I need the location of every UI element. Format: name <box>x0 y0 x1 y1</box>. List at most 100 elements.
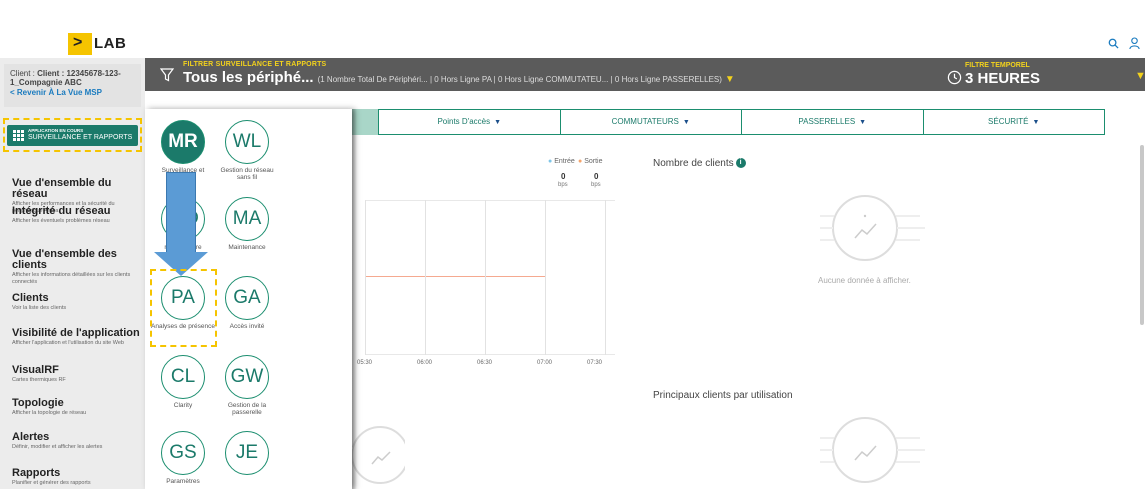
legend-in-label: Entrée <box>554 158 575 165</box>
x-tick: 07:00 <box>537 360 553 366</box>
app-icon-ma: MA <box>225 197 269 241</box>
tab-gateways[interactable]: PASSERELLES ▼ <box>742 110 924 134</box>
filter-caption: FILTRER SURVEILLANCE ET RAPPORTS <box>183 61 327 68</box>
no-data-chart-icon <box>820 417 925 483</box>
nav-title: Topologie <box>12 397 64 409</box>
info-icon[interactable]: i <box>735 158 746 168</box>
app-label: Gestion du réseau sans fil <box>220 167 274 181</box>
nav-title: Visibilité de l'application <box>12 327 140 339</box>
grid-line <box>365 354 615 355</box>
scrollbar[interactable] <box>1140 145 1144 325</box>
app-icon-je: JE <box>225 431 269 475</box>
nav-desc: Afficher les informations détaillées sur… <box>12 272 131 285</box>
nav-item-visualrf[interactable]: VisualRF Cartes thermiques RF <box>12 365 142 384</box>
current-app-caption: APPLICATION EN COURS <box>28 128 84 133</box>
tab-label: COMMUTATEURS <box>611 117 679 126</box>
legend-in: ● Entrée <box>548 158 575 165</box>
panel-shadow <box>352 109 357 489</box>
clients-count-title-text: Nombre de clients <box>653 158 734 169</box>
legend-out-label: Sortie <box>584 158 603 165</box>
nav-title: Rapports <box>12 467 61 479</box>
search-icon[interactable] <box>1108 37 1119 52</box>
filter-icon: ▼ <box>682 119 690 126</box>
logo-icon: > <box>68 33 92 55</box>
nav-item-network-health[interactable]: Intégrité du réseau Afficher les éventuel… <box>12 206 142 225</box>
filter-detail: (1 Nombre Total De Périphéri... | 0 Hors… <box>317 75 722 84</box>
nav-desc: Afficher l'application et l'utilisation … <box>12 340 124 346</box>
filter-icon[interactable] <box>160 68 174 82</box>
app-tile-gw[interactable]: GW Gestion de la passerelle <box>215 355 279 416</box>
grid-line <box>425 200 426 355</box>
out-value: 0 <box>594 172 599 181</box>
tab-label: PASSERELLES <box>798 117 856 126</box>
app-icon-gs: GS <box>161 431 205 475</box>
time-filter-value[interactable]: 3 HEURES <box>965 70 1040 87</box>
top-header: > LAB <box>0 0 1145 58</box>
app-label: Accès invité <box>229 323 265 330</box>
tab-label: SÉCURITÉ <box>988 117 1029 126</box>
x-tick: 06:00 <box>417 360 433 366</box>
nav-item-clients[interactable]: Clients Voir la liste des clients <box>12 293 142 312</box>
nav-item-alerts[interactable]: Alertes Définir, modifier et afficher les… <box>12 432 142 451</box>
app-tile-ma[interactable]: MA Maintenance <box>215 197 279 251</box>
current-app-button[interactable]: APPLICATION EN COURS SURVEILLANCE ET RAP… <box>7 125 138 146</box>
top-clients-title: Principaux clients par utilisation <box>653 390 793 401</box>
nav-title: Intégrité du réseau <box>12 205 111 217</box>
app-tile-wl[interactable]: WL Gestion du réseau sans fil <box>215 120 279 181</box>
user-icon[interactable] <box>1129 37 1140 53</box>
filter-title-text: Tous les périphé... <box>183 69 314 86</box>
nav-desc: Cartes thermiques RF <box>12 377 66 383</box>
client-name: 1_Compagnie ABC <box>10 78 82 87</box>
chevron-left-icon: < <box>10 88 17 97</box>
left-sidebar: Client : Client : 12345678-123- 1_Compag… <box>0 58 145 489</box>
out-unit: bps <box>591 182 601 188</box>
app-icon-wl: WL <box>225 120 269 164</box>
filter-dropdown-icon[interactable]: ▼ <box>725 74 735 85</box>
clock-icon <box>947 70 962 85</box>
legend-out: ● Sortie <box>578 158 603 165</box>
filter-icon: ▼ <box>859 119 867 126</box>
device-tabs: Points D'accès ▼ COMMUTATEURS ▼ PASSERELLE… <box>378 109 1105 135</box>
nav-desc: Afficher les éventuels problèmes réseau <box>12 218 110 224</box>
app-label: Clarity <box>173 402 193 409</box>
filter-icon: ▼ <box>494 119 502 126</box>
app-label: Paramètres <box>166 478 200 485</box>
logo-symbol: > <box>73 34 83 51</box>
app-tile-je[interactable]: JE <box>215 431 279 478</box>
time-filter-caption: FILTRE TEMPOREL <box>965 62 1030 69</box>
nav-title: VisualRF <box>12 364 59 376</box>
app-tile-ga[interactable]: GA Accès invité <box>215 276 279 330</box>
back-to-msp-link[interactable]: < Revenir À La Vue MSP <box>10 88 102 97</box>
app-icon-cl: CL <box>161 355 205 399</box>
nav-desc: Voir la liste des clients <box>12 305 67 311</box>
nav-item-app-visibility[interactable]: Visibilité de l'application Afficher l'ap… <box>12 328 142 347</box>
time-filter-dropdown-icon[interactable]: ▼ <box>1135 70 1145 82</box>
annotation-arrow-icon <box>166 172 196 254</box>
grid-line <box>485 200 486 355</box>
filter-icon: ▼ <box>1032 119 1040 126</box>
grid-line <box>365 200 615 201</box>
nav-item-clients-overview[interactable]: Vue d'ensemble des clients Afficher les i… <box>12 249 142 286</box>
tab-security[interactable]: SÉCURITÉ ▼ <box>924 110 1105 134</box>
client-info: Client : Client : 12345678-123- 1_Compag… <box>4 64 141 107</box>
nav-item-reports[interactable]: Rapports Planifier et générer des rapport… <box>12 468 142 487</box>
current-app-name: SURVEILLANCE ET RAPPORTS <box>28 134 133 141</box>
app-icon-gw: GW <box>225 355 269 399</box>
x-tick: 05:30 <box>357 360 373 366</box>
in-unit: bps <box>558 182 568 188</box>
no-data-message: Aucune donnée à afficher. <box>818 276 911 285</box>
tab-access-points[interactable]: Points D'accès ▼ <box>379 110 561 134</box>
app-label: Maintenance <box>228 244 266 251</box>
app-tile-cl[interactable]: CL Clarity <box>151 355 215 409</box>
grid-line <box>605 200 606 355</box>
series-out-line <box>365 276 545 277</box>
tab-switches[interactable]: COMMUTATEURS ▼ <box>561 110 742 134</box>
app-tile-gs[interactable]: GS Paramètres <box>151 431 215 485</box>
filter-title[interactable]: Tous les périphé... (1 Nombre Total De Pé… <box>183 69 735 86</box>
nav-desc: Afficher la topologie de réseau <box>12 410 87 416</box>
nav-item-topology[interactable]: Topologie Afficher la topologie de réseau <box>12 398 142 417</box>
filter-bar[interactable]: FILTRER SURVEILLANCE ET RAPPORTS Tous le… <box>145 58 1145 91</box>
x-tick: 06:30 <box>477 360 493 366</box>
x-tick: 07:30 <box>587 360 603 366</box>
app-icon-ga: GA <box>225 276 269 320</box>
